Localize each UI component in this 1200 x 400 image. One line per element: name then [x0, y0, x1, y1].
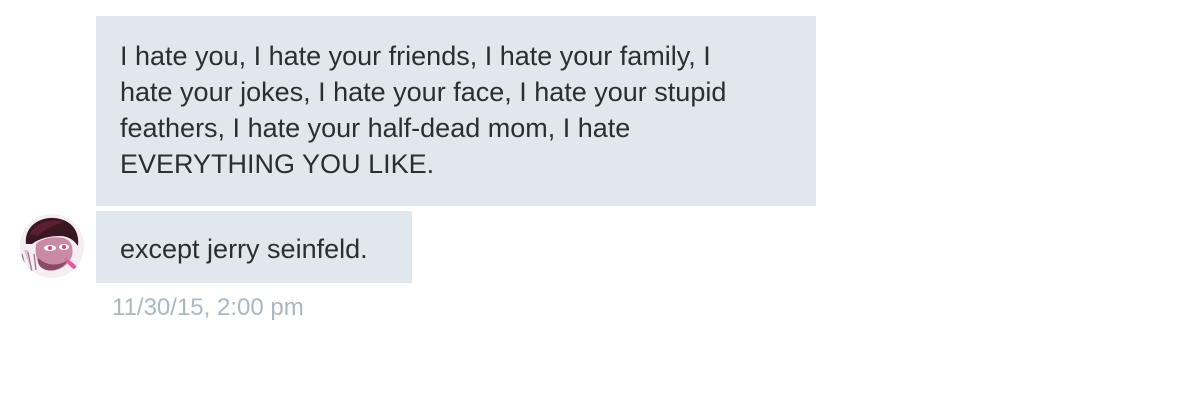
message-text-line: feathers, I hate your half-dead mom, I h…: [120, 113, 631, 143]
message-bubble[interactable]: I hate you, I hate your friends, I hate …: [96, 16, 816, 206]
user-avatar-illustration-icon: [20, 214, 84, 278]
message-text-line: I hate you, I hate your friends, I hate …: [120, 41, 711, 71]
avatar[interactable]: [20, 214, 84, 278]
message-bubble[interactable]: except jerry seinfeld.: [96, 211, 412, 283]
message-text-line: hate your jokes, I hate your face, I hat…: [120, 77, 727, 107]
message-text-line: EVERYTHING YOU LIKE.: [120, 149, 435, 179]
message-text: except jerry seinfeld.: [120, 234, 368, 264]
message-timestamp: 11/30/15, 2:00 pm: [112, 294, 304, 321]
direct-message-conversation: I hate you, I hate your friends, I hate …: [0, 0, 1200, 400]
